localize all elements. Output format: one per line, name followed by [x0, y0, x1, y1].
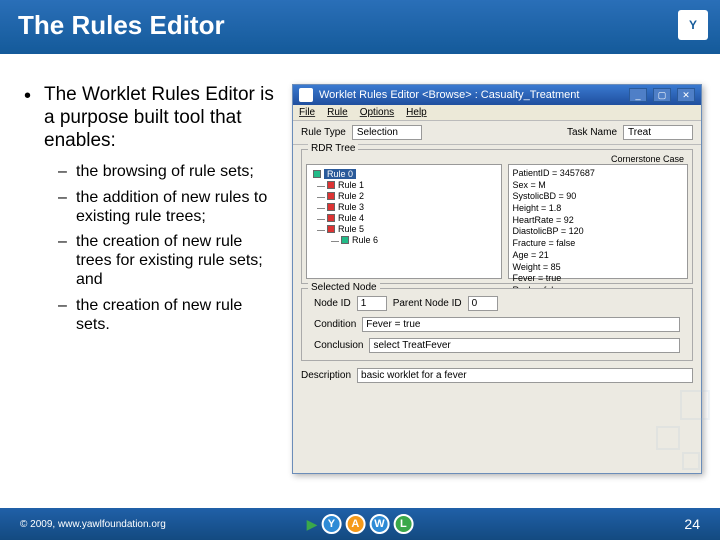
case-line: Fracture = false — [513, 238, 683, 250]
case-line: Age = 21 — [513, 250, 683, 262]
page-number: 24 — [684, 516, 700, 532]
conclusion-label: Conclusion — [314, 340, 363, 351]
logo-letter: W — [369, 514, 389, 534]
tree-node-icon — [327, 181, 335, 189]
close-button[interactable]: ✕ — [677, 88, 695, 102]
maximize-button[interactable]: ▢ — [653, 88, 671, 102]
rule-tree[interactable]: Rule 0 Rule 1 Rule 2 Rule 3 Rule 4 Rule … — [306, 164, 502, 279]
rdr-legend: RDR Tree — [308, 143, 358, 154]
tree-node-icon — [327, 214, 335, 222]
play-icon: ▶ — [307, 516, 318, 533]
tree-node[interactable]: Rule 6 — [352, 235, 378, 245]
case-line: Weight = 85 — [513, 262, 683, 274]
selector-row: Rule Type Selection Task Name Treat — [293, 121, 701, 145]
case-line: SystolicBD = 90 — [513, 191, 683, 203]
case-line: DiastolicBP = 120 — [513, 226, 683, 238]
tree-node[interactable]: Rule 3 — [338, 202, 364, 212]
minimize-button[interactable]: _ — [629, 88, 647, 102]
condition-input[interactable] — [362, 317, 680, 332]
app-window: Worklet Rules Editor <Browse> : Casualty… — [292, 84, 702, 474]
tree-node[interactable]: Rule 2 — [338, 191, 364, 201]
case-line: Sex = M — [513, 180, 683, 192]
slide-footer: © 2009, www.yawlfoundation.org ▶ Y A W L… — [0, 508, 720, 540]
tree-node-icon — [327, 192, 335, 200]
tree-node-icon — [327, 225, 335, 233]
tree-node[interactable]: Rule 5 — [338, 224, 364, 234]
menu-bar: File Rule Options Help — [293, 105, 701, 121]
case-line: Height = 1.8 — [513, 203, 683, 215]
app-icon — [299, 88, 313, 102]
tree-root[interactable]: Rule 0 — [324, 169, 356, 179]
case-line: Fever = true — [513, 273, 683, 285]
tree-node[interactable]: Rule 4 — [338, 213, 364, 223]
screenshot-column: Worklet Rules Editor <Browse> : Casualty… — [292, 84, 702, 484]
menu-rule[interactable]: Rule — [327, 107, 348, 118]
case-line: HeartRate = 92 — [513, 215, 683, 227]
task-name-select[interactable]: Treat — [623, 125, 693, 140]
yawl-logo: ▶ Y A W L — [307, 514, 414, 534]
sub-bullet-list: the browsing of rule sets; the addition … — [18, 162, 278, 334]
menu-options[interactable]: Options — [360, 107, 394, 118]
tree-node-icon — [341, 236, 349, 244]
window-titlebar: Worklet Rules Editor <Browse> : Casualty… — [293, 85, 701, 105]
selected-node-legend: Selected Node — [308, 282, 380, 293]
condition-label: Condition — [314, 319, 356, 330]
case-line: PatientID = 3457687 — [513, 168, 683, 180]
description-label: Description — [301, 370, 351, 381]
window-title: Worklet Rules Editor <Browse> : Casualty… — [319, 89, 579, 101]
rule-type-label: Rule Type — [301, 127, 346, 138]
list-item: the addition of new rules to existing ru… — [62, 188, 278, 226]
tree-node[interactable]: Rule 1 — [338, 180, 364, 190]
parent-id-label: Parent Node ID — [393, 298, 462, 309]
cornerstone-label: Cornerstone Case — [306, 154, 688, 164]
list-item: the browsing of rule sets; — [62, 162, 278, 181]
list-item: the creation of new rule trees for exist… — [62, 232, 278, 290]
text-column: The Worklet Rules Editor is a purpose bu… — [18, 84, 278, 484]
node-id-input[interactable] — [357, 296, 387, 311]
slide-content: The Worklet Rules Editor is a purpose bu… — [0, 54, 720, 494]
tree-node-icon — [313, 170, 321, 178]
intro-text: The Worklet Rules Editor is a purpose bu… — [18, 84, 278, 152]
tree-node-icon — [327, 203, 335, 211]
cornerstone-case-box: PatientID = 3457687 Sex = M SystolicBD =… — [508, 164, 688, 279]
copyright-text: © 2009, www.yawlfoundation.org — [20, 519, 166, 530]
node-id-label: Node ID — [314, 298, 351, 309]
logo-letter: Y — [321, 514, 341, 534]
selected-node-fieldset: Selected Node Node ID Parent Node ID Con… — [301, 288, 693, 361]
slide-title: The Rules Editor — [18, 10, 225, 40]
conclusion-input[interactable] — [369, 338, 680, 353]
menu-help[interactable]: Help — [406, 107, 427, 118]
slide-header: The Rules Editor Y — [0, 0, 720, 54]
description-input[interactable] — [357, 368, 693, 383]
list-item: the creation of new rule sets. — [62, 296, 278, 334]
menu-file[interactable]: File — [299, 107, 315, 118]
parent-id-input[interactable] — [468, 296, 498, 311]
rule-type-select[interactable]: Selection — [352, 125, 422, 140]
task-name-label: Task Name — [567, 127, 617, 138]
logo-letter: A — [345, 514, 365, 534]
rdr-fieldset: RDR Tree Cornerstone Case Rule 0 Rule 1 … — [301, 149, 693, 284]
header-logo-icon: Y — [678, 10, 708, 40]
logo-letter: L — [393, 514, 413, 534]
